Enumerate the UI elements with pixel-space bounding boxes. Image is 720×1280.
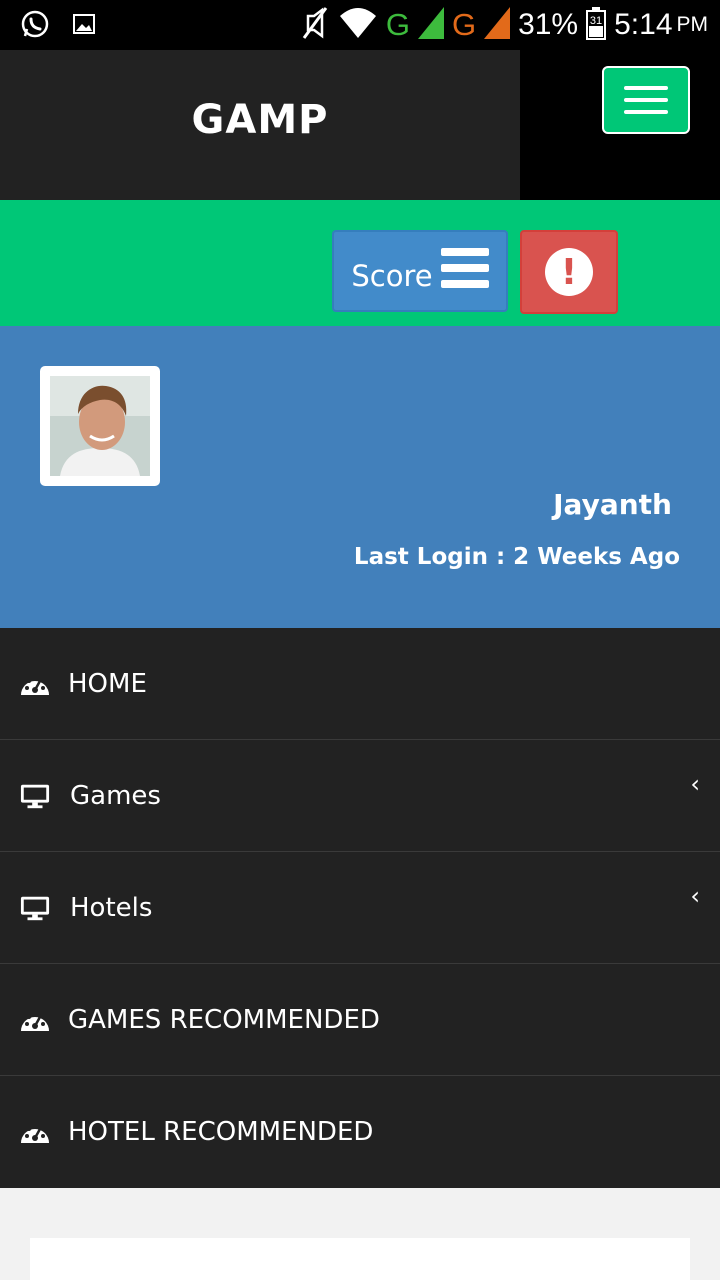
nav-item-label: Games [70,780,161,811]
clock-time: 5:14 [614,8,673,41]
nav-item-label: GAMES RECOMMENDED [68,1004,380,1035]
signal-icon [484,7,511,43]
nav-item-hotel-recommended[interactable]: HOTEL RECOMMENDED [0,1076,720,1187]
status-bar: G G 31% 31 5:14 PM [0,0,720,50]
exclamation-circle-icon: ! [545,248,593,296]
nav-item-label: Hotels [70,892,153,923]
score-button[interactable]: Score [332,230,508,312]
nav-item-label: HOTEL RECOMMENDED [68,1116,374,1147]
network-type-1: G [385,7,410,42]
hamburger-icon [624,86,668,90]
hamburger-menu-button[interactable] [602,66,690,134]
bars-icon [440,248,489,288]
hamburger-icon-line [624,110,668,114]
chevron-left-icon[interactable]: ‹ [690,882,700,910]
brand-title[interactable]: GAMP [0,50,520,190]
nav-item-games-recommended[interactable]: GAMES RECOMMENDED [0,964,720,1076]
mute-icon [300,6,330,44]
battery-icon: 31 [586,6,607,44]
content-card [30,1238,690,1280]
desktop-icon [20,893,50,923]
alert-button[interactable]: ! [520,230,618,314]
nav-item-games[interactable]: Games ‹ [0,740,720,852]
image-icon [72,12,96,40]
sidebar-nav: HOME Games ‹ Hotels ‹ GAMES RECOMMENDED … [0,628,720,1188]
dashboard-icon [20,1117,50,1147]
network-type-2: G [451,7,477,42]
desktop-icon [20,781,50,811]
signal-icon [417,7,444,43]
clock-ampm: PM [676,13,709,36]
last-login-text: Last Login : 2 Weeks Ago [353,544,680,570]
nav-item-hotels[interactable]: Hotels ‹ [0,852,720,964]
whatsapp-icon [20,9,50,43]
avatar[interactable] [40,366,160,486]
battery-percent: 31% [518,8,579,41]
chevron-left-icon[interactable]: ‹ [690,770,700,798]
header-bar: GAMP [0,50,520,200]
dashboard-icon [20,669,50,699]
dashboard-icon [20,1005,50,1035]
nav-item-home[interactable]: HOME [0,628,720,740]
hamburger-icon-line [624,98,668,102]
svg-text:31: 31 [590,15,602,27]
wifi-icon [338,6,378,44]
score-label: Score [351,259,433,293]
profile-name: Jayanth [553,488,672,521]
avatar-photo [50,376,150,476]
nav-item-label: HOME [68,668,147,699]
